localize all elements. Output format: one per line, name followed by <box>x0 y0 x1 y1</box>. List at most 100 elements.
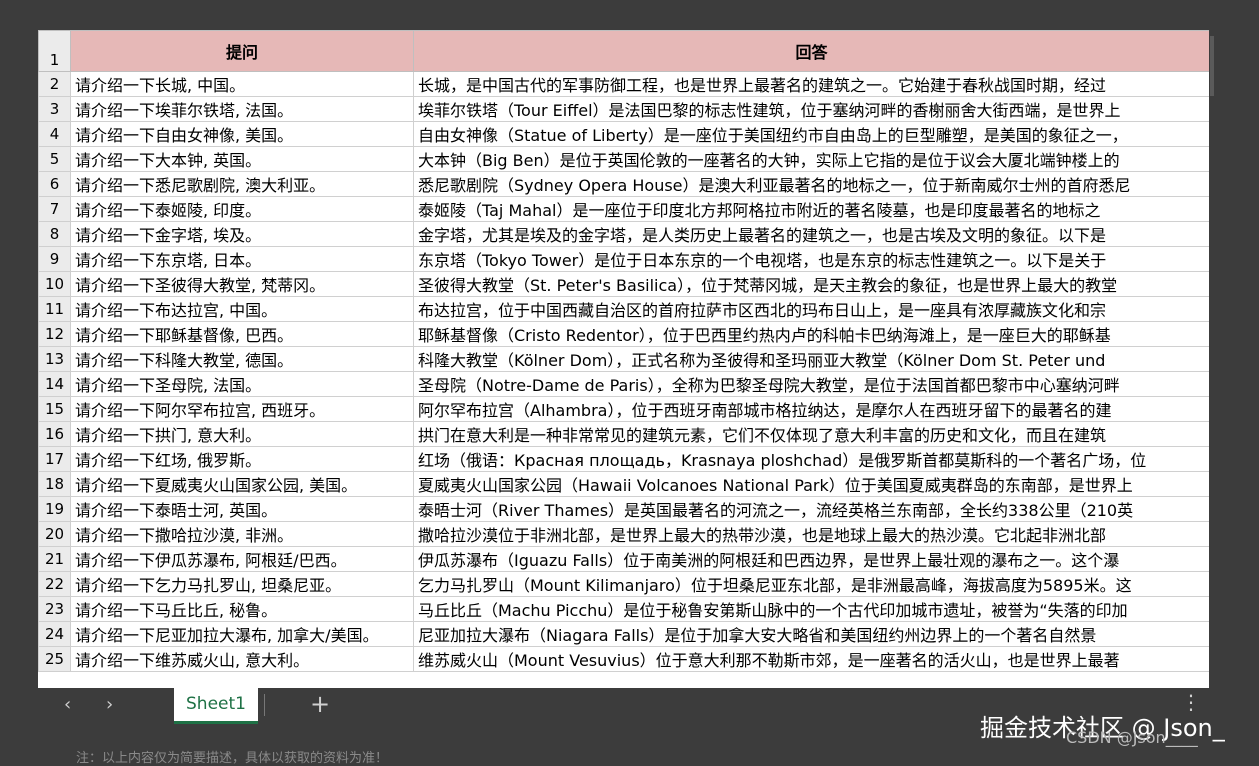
question-cell[interactable]: 请介绍一下大本钟, 英国。 <box>70 146 414 172</box>
row-number[interactable]: 13 <box>38 346 71 372</box>
header-question[interactable]: 提问 <box>70 30 414 72</box>
question-cell[interactable]: 请介绍一下乞力马扎罗山, 坦桑尼亚。 <box>70 571 414 597</box>
question-cell[interactable]: 请介绍一下泰姬陵, 印度。 <box>70 196 414 222</box>
row-number[interactable]: 15 <box>38 396 71 422</box>
table-row: 18 请介绍一下夏威夷火山国家公园, 美国。 夏威夷火山国家公园（Hawaii Vo… <box>38 471 1209 497</box>
answer-cell[interactable]: 马丘比丘（Machu Picchu）是位于秘鲁安第斯山脉中的一个古代印加城市遗址… <box>413 596 1209 622</box>
answer-cell[interactable]: 撒哈拉沙漠位于非洲北部，是世界上最大的热带沙漠，也是地球上最大的热沙漠。它北起非… <box>413 521 1209 547</box>
row-number[interactable]: 25 <box>38 646 71 672</box>
answer-cell[interactable]: 泰晤士河（River Thames）是英国最著名的河流之一，流经英格兰东南部，全… <box>413 496 1209 522</box>
row-number[interactable]: 21 <box>38 546 71 572</box>
answer-cell[interactable]: 悉尼歌剧院（Sydney Opera House）是澳大利亚最著名的地标之一，位… <box>413 171 1209 197</box>
header-answer[interactable]: 回答 <box>413 30 1209 72</box>
table-row: 16 请介绍一下拱门, 意大利。 拱门在意大利是一种非常常见的建筑元素，它们不仅体现… <box>38 421 1209 447</box>
row-number[interactable]: 23 <box>38 596 71 622</box>
table-row: 14 请介绍一下圣母院, 法国。 圣母院（Notre-Dame de Paris），… <box>38 371 1209 397</box>
question-cell[interactable]: 请介绍一下阿尔罕布拉宫, 西班牙。 <box>70 396 414 422</box>
footer-note: 注：以上内容仅为简要描述，具体以获取的资料为准！ <box>76 751 389 766</box>
question-cell[interactable]: 请介绍一下尼亚加拉大瀑布, 加拿大/美国。 <box>70 621 414 647</box>
row-number[interactable]: 14 <box>38 371 71 397</box>
question-cell[interactable]: 请介绍一下埃菲尔铁塔, 法国。 <box>70 96 414 122</box>
add-sheet-icon[interactable]: + <box>310 690 330 718</box>
answer-cell[interactable]: 拱门在意大利是一种非常常见的建筑元素，它们不仅体现了意大利丰富的历史和文化，而且… <box>413 421 1209 447</box>
question-cell[interactable]: 请介绍一下伊瓜苏瀑布, 阿根廷/巴西。 <box>70 546 414 572</box>
answer-cell[interactable]: 布达拉宫，位于中国西藏自治区的首府拉萨市区西北的玛布日山上，是一座具有浓厚藏族文… <box>413 296 1209 322</box>
watermark-secondary: CSDN @Json____ <box>1066 728 1198 747</box>
row-number[interactable]: 5 <box>38 146 71 172</box>
answer-cell[interactable]: 泰姬陵（Taj Mahal）是一座位于印度北方邦阿格拉市附近的著名陵墓，也是印度… <box>413 196 1209 222</box>
table-row: 24 请介绍一下尼亚加拉大瀑布, 加拿大/美国。 尼亚加拉大瀑布（Niagara F… <box>38 621 1209 647</box>
next-sheet-icon[interactable]: › <box>106 694 113 715</box>
answer-cell[interactable]: 尼亚加拉大瀑布（Niagara Falls）是位于加拿大安大略省和美国纽约州边界… <box>413 621 1209 647</box>
answer-cell[interactable]: 伊瓜苏瀑布（Iguazu Falls）位于南美洲的阿根廷和巴西边界，是世界上最壮… <box>413 546 1209 572</box>
answer-cell[interactable]: 科隆大教堂（Kölner Dom），正式名称为圣彼得和圣玛丽亚大教堂（Kölne… <box>413 346 1209 372</box>
table-row: 9 请介绍一下东京塔, 日本。 东京塔（Tokyo Tower）是位于日本东京的一个… <box>38 246 1209 272</box>
row-number[interactable]: 20 <box>38 521 71 547</box>
row-number[interactable]: 3 <box>38 96 71 122</box>
answer-cell[interactable]: 自由女神像（Statue of Liberty）是一座位于美国纽约市自由岛上的巨… <box>413 121 1209 147</box>
row-number[interactable]: 2 <box>38 71 71 97</box>
row-number[interactable]: 9 <box>38 246 71 272</box>
answer-cell[interactable]: 夏威夷火山国家公园（Hawaii Volcanoes National Park… <box>413 471 1209 497</box>
table-row: 7 请介绍一下泰姬陵, 印度。 泰姬陵（Taj Mahal）是一座位于印度北方邦阿格… <box>38 196 1209 222</box>
answer-cell[interactable]: 耶稣基督像（Cristo Redentor），位于巴西里约热内卢的科帕卡巴纳海滩… <box>413 321 1209 347</box>
row-number[interactable]: 4 <box>38 121 71 147</box>
row-number[interactable]: 16 <box>38 421 71 447</box>
answer-cell[interactable]: 红场（俄语：Красная площадь，Krasnaya ploshchad… <box>413 446 1209 472</box>
question-cell[interactable]: 请介绍一下悉尼歌剧院, 澳大利亚。 <box>70 171 414 197</box>
question-cell[interactable]: 请介绍一下科隆大教堂, 德国。 <box>70 346 414 372</box>
table-row: 6 请介绍一下悉尼歌剧院, 澳大利亚。 悉尼歌剧院（Sydney Opera Hou… <box>38 171 1209 197</box>
answer-cell[interactable]: 圣母院（Notre-Dame de Paris），全称为巴黎圣母院大教堂，是位于… <box>413 371 1209 397</box>
table-row: 25 请介绍一下维苏威火山, 意大利。 维苏威火山（Mount Vesuvius）位… <box>38 646 1209 672</box>
row-number[interactable]: 24 <box>38 621 71 647</box>
question-cell[interactable]: 请介绍一下维苏威火山, 意大利。 <box>70 646 414 672</box>
question-cell[interactable]: 请介绍一下泰晤士河, 英国。 <box>70 496 414 522</box>
table-row: 20 请介绍一下撒哈拉沙漠, 非洲。 撒哈拉沙漠位于非洲北部，是世界上最大的热带沙漠… <box>38 521 1209 547</box>
sheet-tab-sheet1[interactable]: Sheet1 <box>174 688 258 724</box>
answer-cell[interactable]: 维苏威火山（Mount Vesuvius）位于意大利那不勒斯市郊，是一座著名的活… <box>413 646 1209 672</box>
answer-cell[interactable]: 东京塔（Tokyo Tower）是位于日本东京的一个电视塔，也是东京的标志性建筑… <box>413 246 1209 272</box>
table-row: 22 请介绍一下乞力马扎罗山, 坦桑尼亚。 乞力马扎罗山（Mount Kiliman… <box>38 571 1209 597</box>
question-cell[interactable]: 请介绍一下撒哈拉沙漠, 非洲。 <box>70 521 414 547</box>
table-row: 2 请介绍一下长城, 中国。 长城，是中国古代的军事防御工程，也是世界上最著名的建筑… <box>38 71 1209 97</box>
row-number[interactable]: 7 <box>38 196 71 222</box>
question-cell[interactable]: 请介绍一下拱门, 意大利。 <box>70 421 414 447</box>
question-cell[interactable]: 请介绍一下夏威夷火山国家公园, 美国。 <box>70 471 414 497</box>
answer-cell[interactable]: 圣彼得大教堂（St. Peter's Basilica），位于梵蒂冈城，是天主教… <box>413 271 1209 297</box>
question-cell[interactable]: 请介绍一下圣彼得大教堂, 梵蒂冈。 <box>70 271 414 297</box>
row-number[interactable]: 19 <box>38 496 71 522</box>
question-cell[interactable]: 请介绍一下马丘比丘, 秘鲁。 <box>70 596 414 622</box>
table-row: 21 请介绍一下伊瓜苏瀑布, 阿根廷/巴西。 伊瓜苏瀑布（Iguazu Falls）… <box>38 546 1209 572</box>
prev-sheet-icon[interactable]: ‹ <box>64 694 71 715</box>
row-number[interactable]: 1 <box>38 30 71 72</box>
row-number[interactable]: 6 <box>38 171 71 197</box>
answer-cell[interactable]: 乞力马扎罗山（Mount Kilimanjaro）位于坦桑尼亚东北部，是非洲最高… <box>413 571 1209 597</box>
vertical-scrollbar[interactable] <box>1210 36 1214 96</box>
question-cell[interactable]: 请介绍一下自由女神像, 美国。 <box>70 121 414 147</box>
table-row: 8 请介绍一下金字塔, 埃及。 金字塔，尤其是埃及的金字塔，是人类历史上最著名的建筑… <box>38 221 1209 247</box>
answer-cell[interactable]: 大本钟（Big Ben）是位于英国伦敦的一座著名的大钟，实际上它指的是位于议会大… <box>413 146 1209 172</box>
row-number[interactable]: 18 <box>38 471 71 497</box>
table-row: 23 请介绍一下马丘比丘, 秘鲁。 马丘比丘（Machu Picchu）是位于秘鲁安… <box>38 596 1209 622</box>
table-row: 15 请介绍一下阿尔罕布拉宫, 西班牙。 阿尔罕布拉宫（Alhambra），位于西班… <box>38 396 1209 422</box>
row-number[interactable]: 11 <box>38 296 71 322</box>
row-number[interactable]: 22 <box>38 571 71 597</box>
table-row: 10 请介绍一下圣彼得大教堂, 梵蒂冈。 圣彼得大教堂（St. Peter's Ba… <box>38 271 1209 297</box>
question-cell[interactable]: 请介绍一下耶稣基督像, 巴西。 <box>70 321 414 347</box>
answer-cell[interactable]: 长城，是中国古代的军事防御工程，也是世界上最著名的建筑之一。它始建于春秋战国时期… <box>413 71 1209 97</box>
row-number[interactable]: 12 <box>38 321 71 347</box>
row-number[interactable]: 10 <box>38 271 71 297</box>
question-cell[interactable]: 请介绍一下东京塔, 日本。 <box>70 246 414 272</box>
question-cell[interactable]: 请介绍一下金字塔, 埃及。 <box>70 221 414 247</box>
question-cell[interactable]: 请介绍一下长城, 中国。 <box>70 71 414 97</box>
question-cell[interactable]: 请介绍一下圣母院, 法国。 <box>70 371 414 397</box>
answer-cell[interactable]: 埃菲尔铁塔（Tour Eiffel）是法国巴黎的标志性建筑，位于塞纳河畔的香榭丽… <box>413 96 1209 122</box>
table-row: 19 请介绍一下泰晤士河, 英国。 泰晤士河（River Thames）是英国最著名… <box>38 496 1209 522</box>
question-cell[interactable]: 请介绍一下红场, 俄罗斯。 <box>70 446 414 472</box>
row-number[interactable]: 17 <box>38 446 71 472</box>
answer-cell[interactable]: 阿尔罕布拉宫（Alhambra），位于西班牙南部城市格拉纳达，是摩尔人在西班牙留… <box>413 396 1209 422</box>
spreadsheet-grid[interactable]: 1 提问 回答 2 请介绍一下长城, 中国。 长城，是中国古代的军事防御工程，也是世… <box>38 30 1209 688</box>
row-number[interactable]: 8 <box>38 221 71 247</box>
answer-cell[interactable]: 金字塔，尤其是埃及的金字塔，是人类历史上最著名的建筑之一，也是古埃及文明的象征。… <box>413 221 1209 247</box>
question-cell[interactable]: 请介绍一下布达拉宫, 中国。 <box>70 296 414 322</box>
